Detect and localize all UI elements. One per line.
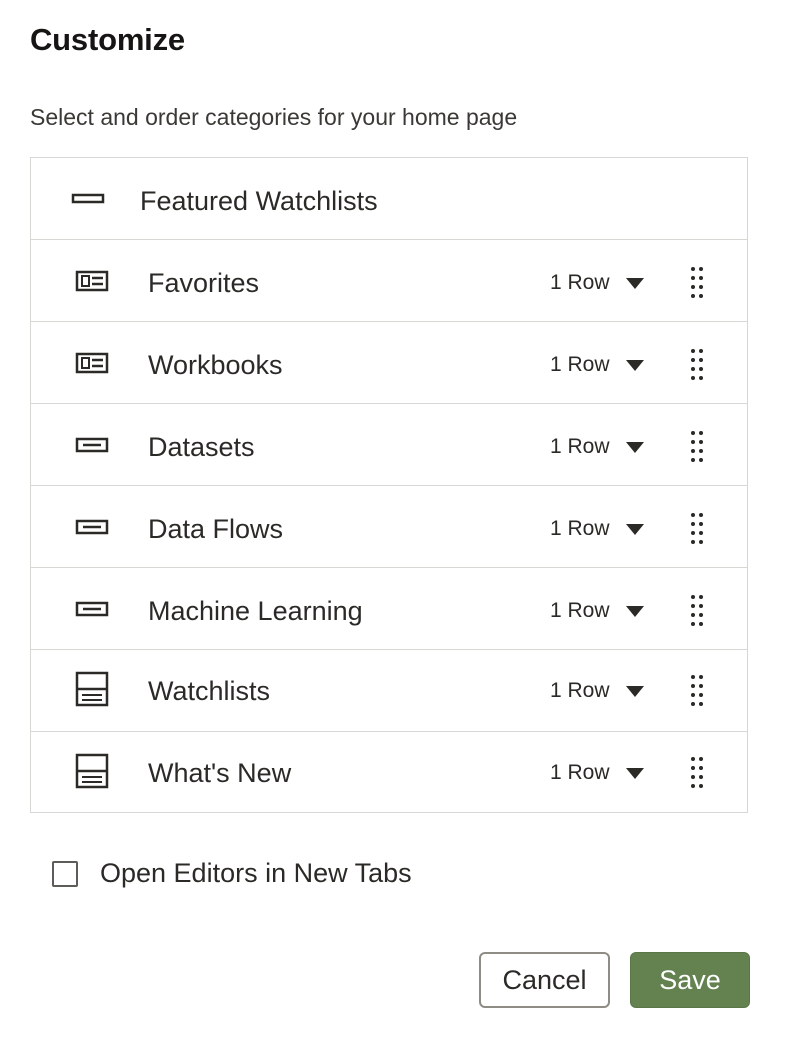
caret-down-icon bbox=[625, 685, 644, 697]
row-count-select[interactable]: 1 Row bbox=[550, 268, 644, 298]
caret-down-icon bbox=[625, 523, 644, 535]
save-button[interactable]: Save bbox=[630, 952, 750, 1008]
panel-icon bbox=[75, 671, 109, 707]
tile-icon bbox=[75, 510, 109, 544]
caret-down-icon bbox=[625, 277, 644, 289]
category-label: Datasets bbox=[148, 432, 255, 462]
tile-icon bbox=[75, 592, 109, 626]
row-count-value: 1 Row bbox=[550, 271, 610, 294]
open-editors-checkbox[interactable] bbox=[52, 860, 78, 887]
drag-handle-icon[interactable] bbox=[689, 674, 705, 706]
category-row-machine-learning[interactable]: Machine Learning 1 Row bbox=[31, 568, 747, 650]
row-count-value: 1 Row bbox=[550, 761, 610, 784]
drag-handle-icon[interactable] bbox=[689, 594, 705, 626]
row-count-select[interactable]: 1 Row bbox=[550, 350, 644, 380]
dialog-subtitle: Select and order categories for your hom… bbox=[30, 104, 518, 130]
drag-handle-icon[interactable] bbox=[689, 512, 705, 544]
row-count-value: 1 Row bbox=[550, 599, 610, 622]
cancel-button[interactable]: Cancel bbox=[479, 952, 610, 1008]
category-label: Watchlists bbox=[148, 676, 271, 706]
open-editors-label: Open Editors in New Tabs bbox=[100, 858, 412, 888]
row-count-select[interactable]: 1 Row bbox=[550, 514, 644, 544]
drag-handle-icon[interactable] bbox=[689, 266, 705, 298]
category-label: What's New bbox=[148, 758, 292, 788]
dialog-title: Customize bbox=[30, 22, 185, 57]
category-row-datasets[interactable]: Datasets 1 Row bbox=[31, 404, 747, 486]
row-count-select[interactable]: 1 Row bbox=[550, 596, 644, 626]
card-list-icon bbox=[75, 346, 109, 380]
drag-handle-icon[interactable] bbox=[689, 430, 705, 462]
row-count-select[interactable]: 1 Row bbox=[550, 758, 644, 788]
category-row-workbooks[interactable]: Workbooks 1 Row bbox=[31, 322, 747, 404]
open-editors-option[interactable]: Open Editors in New Tabs bbox=[52, 858, 412, 889]
category-list: Featured Watchlists Favorites 1 Row Work… bbox=[30, 157, 748, 813]
card-list-icon bbox=[75, 264, 109, 298]
row-count-value: 1 Row bbox=[550, 435, 610, 458]
caret-down-icon bbox=[625, 605, 644, 617]
caret-down-icon bbox=[625, 441, 644, 453]
category-row-watchlists[interactable]: Watchlists 1 Row bbox=[31, 650, 747, 732]
row-count-value: 1 Row bbox=[550, 517, 610, 540]
row-count-value: 1 Row bbox=[550, 353, 610, 376]
caret-down-icon bbox=[625, 767, 644, 779]
banner-icon bbox=[71, 182, 105, 216]
caret-down-icon bbox=[625, 359, 644, 371]
category-label: Machine Learning bbox=[148, 596, 363, 626]
category-label: Workbooks bbox=[148, 350, 283, 380]
category-label: Favorites bbox=[148, 268, 260, 298]
row-count-select[interactable]: 1 Row bbox=[550, 432, 644, 462]
row-count-value: 1 Row bbox=[550, 679, 610, 702]
featured-watchlists-row: Featured Watchlists bbox=[31, 158, 747, 240]
tile-icon bbox=[75, 428, 109, 462]
panel-icon bbox=[75, 753, 109, 789]
row-count-select[interactable]: 1 Row bbox=[550, 676, 644, 706]
category-label: Data Flows bbox=[148, 514, 284, 544]
category-row-favorites[interactable]: Favorites 1 Row bbox=[31, 240, 747, 322]
category-row-data-flows[interactable]: Data Flows 1 Row bbox=[31, 486, 747, 568]
drag-handle-icon[interactable] bbox=[689, 756, 705, 788]
drag-handle-icon[interactable] bbox=[689, 348, 705, 380]
featured-watchlists-label: Featured Watchlists bbox=[140, 186, 378, 216]
category-row-whats-new[interactable]: What's New 1 Row bbox=[31, 732, 747, 812]
